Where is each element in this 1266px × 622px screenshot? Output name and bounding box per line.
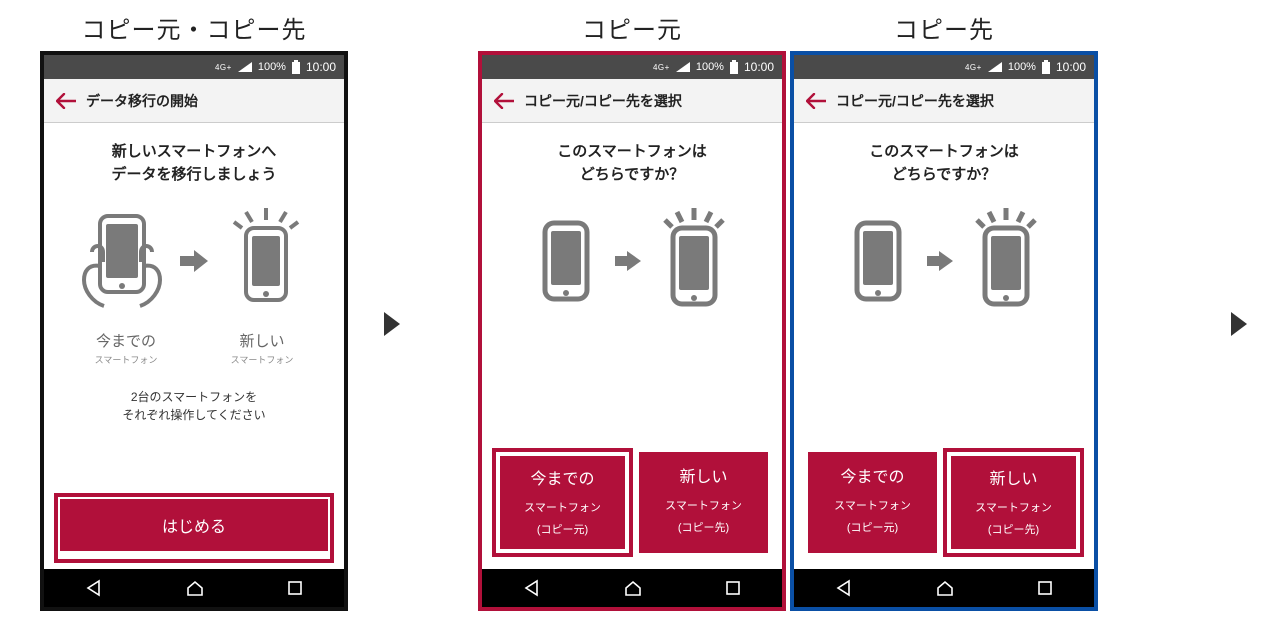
screen-body-select: このスマートフォンは どちらですか？ 今までの スマートフォン (コピー元) xyxy=(794,123,1094,569)
nav-home-icon[interactable] xyxy=(624,579,642,597)
new-label-1: 新しい xyxy=(207,330,317,351)
battery-pct: 100% xyxy=(1008,61,1036,73)
app-header: コピー元/コピー先を選択 xyxy=(482,79,782,123)
clock: 10:00 xyxy=(1056,60,1086,74)
choice-new-phone[interactable]: 新しい スマートフォン (コピー先) xyxy=(947,452,1080,553)
choice-old-l2: スマートフォン xyxy=(524,499,601,515)
arrow-right-icon xyxy=(927,251,953,271)
nav-recent-icon[interactable] xyxy=(1037,580,1053,596)
choice-new-l2: スマートフォン xyxy=(975,499,1052,515)
new-phone-icon xyxy=(655,206,733,316)
illustration-row xyxy=(78,206,310,316)
nav-home-icon[interactable] xyxy=(186,579,204,597)
android-nav-bar xyxy=(794,569,1094,607)
choice-new-l1: 新しい xyxy=(989,470,1037,491)
phone-frame-both: 4G+ 100% 10:00 データ移行の開始 新しいスマートフォンへ データ xyxy=(40,51,348,611)
choice-old-phone[interactable]: 今までの スマートフォン (コピー元) xyxy=(496,452,629,553)
signal-icon xyxy=(238,62,252,72)
caption-source: コピー元 xyxy=(582,10,682,45)
status-bar: 4G+ 100% 10:00 xyxy=(44,55,344,79)
choice-new-phone[interactable]: 新しい スマートフォン (コピー先) xyxy=(639,452,768,553)
start-button[interactable]: はじめる xyxy=(58,497,330,553)
old-phone-icon xyxy=(531,211,601,311)
header-title: データ移行の開始 xyxy=(86,91,198,111)
caption-destination: コピー先 xyxy=(894,10,994,45)
back-button[interactable] xyxy=(494,93,514,109)
android-nav-bar xyxy=(44,569,344,607)
screen-body-start: 新しいスマートフォンへ データを移行しましょう xyxy=(44,123,344,569)
choice-old-l3: (コピー元) xyxy=(537,521,588,537)
app-header: コピー元/コピー先を選択 xyxy=(794,79,1094,123)
network-label: 4G+ xyxy=(215,63,232,72)
phone-frame-destination: 4G+ 100% 10:00 コピー元/コピー先を選択 このスマートフォンは ど… xyxy=(790,51,1098,611)
nav-home-icon[interactable] xyxy=(936,579,954,597)
new-label-2: スマートフォン xyxy=(207,353,317,366)
start-button-highlight: はじめる xyxy=(58,497,330,559)
note-text: 2台のスマートフォンを それぞれ操作してください xyxy=(122,388,265,424)
clock: 10:00 xyxy=(744,60,774,74)
caption-both: コピー元・コピー先 xyxy=(82,10,307,45)
new-phone-icon xyxy=(222,206,310,316)
signal-icon xyxy=(988,62,1002,72)
choice-row: 今までの スマートフォン (コピー元) 新しい スマートフォン (コピー先) xyxy=(808,452,1080,559)
back-button[interactable] xyxy=(56,93,76,109)
choice-old-l1: 今までの xyxy=(840,468,904,489)
choice-old-l1: 今までの xyxy=(530,470,594,491)
battery-icon xyxy=(1042,60,1050,74)
old-phone-icon xyxy=(78,206,166,316)
nav-recent-icon[interactable] xyxy=(725,580,741,596)
step-arrow-icon xyxy=(1231,312,1247,336)
lead-text: このスマートフォンは どちらですか？ xyxy=(557,141,707,186)
header-title: コピー元/コピー先を選択 xyxy=(836,91,994,111)
step-arrow-icon xyxy=(384,312,400,336)
android-nav-bar xyxy=(482,569,782,607)
clock: 10:00 xyxy=(306,60,336,74)
illustration-row xyxy=(843,206,1045,316)
choice-old-l2: スマートフォン xyxy=(834,497,911,513)
nav-recent-icon[interactable] xyxy=(287,580,303,596)
battery-pct: 100% xyxy=(258,61,286,73)
choice-new-l1: 新しい xyxy=(679,468,727,489)
choice-new-l3: (コピー先) xyxy=(988,521,1039,537)
choice-old-phone[interactable]: 今までの スマートフォン (コピー元) xyxy=(808,452,937,553)
signal-icon xyxy=(676,62,690,72)
new-phone-icon xyxy=(967,206,1045,316)
nav-back-icon[interactable] xyxy=(835,579,853,597)
choice-new-l2: スマートフォン xyxy=(665,497,742,513)
battery-icon xyxy=(292,60,300,74)
network-label: 4G+ xyxy=(965,63,982,72)
status-bar: 4G+ 100% 10:00 xyxy=(482,55,782,79)
header-title: コピー元/コピー先を選択 xyxy=(524,91,682,111)
phone-frame-source: 4G+ 100% 10:00 コピー元/コピー先を選択 このスマートフォンは ど… xyxy=(478,51,786,611)
illustration-row xyxy=(531,206,733,316)
choice-old-l3: (コピー元) xyxy=(847,519,898,535)
status-bar: 4G+ 100% 10:00 xyxy=(794,55,1094,79)
lead-text: 新しいスマートフォンへ データを移行しましょう xyxy=(111,141,276,186)
nav-back-icon[interactable] xyxy=(85,579,103,597)
app-header: データ移行の開始 xyxy=(44,79,344,123)
choice-new-l3: (コピー先) xyxy=(678,519,729,535)
old-phone-icon xyxy=(843,211,913,311)
choice-row: 今までの スマートフォン (コピー元) 新しい スマートフォン (コピー先) xyxy=(496,452,768,559)
lead-text: このスマートフォンは どちらですか？ xyxy=(869,141,1019,186)
arrow-right-icon xyxy=(615,251,641,271)
arrow-right-icon xyxy=(180,250,208,272)
screen-body-select: このスマートフォンは どちらですか？ 今までの スマートフォン (コピー元) xyxy=(482,123,782,569)
illustration-labels: 今までの スマートフォン 新しい スマートフォン xyxy=(58,330,330,366)
battery-pct: 100% xyxy=(696,61,724,73)
old-label-1: 今までの xyxy=(71,330,181,351)
back-button[interactable] xyxy=(806,93,826,109)
old-label-2: スマートフォン xyxy=(71,353,181,366)
battery-icon xyxy=(730,60,738,74)
nav-back-icon[interactable] xyxy=(523,579,541,597)
network-label: 4G+ xyxy=(653,63,670,72)
